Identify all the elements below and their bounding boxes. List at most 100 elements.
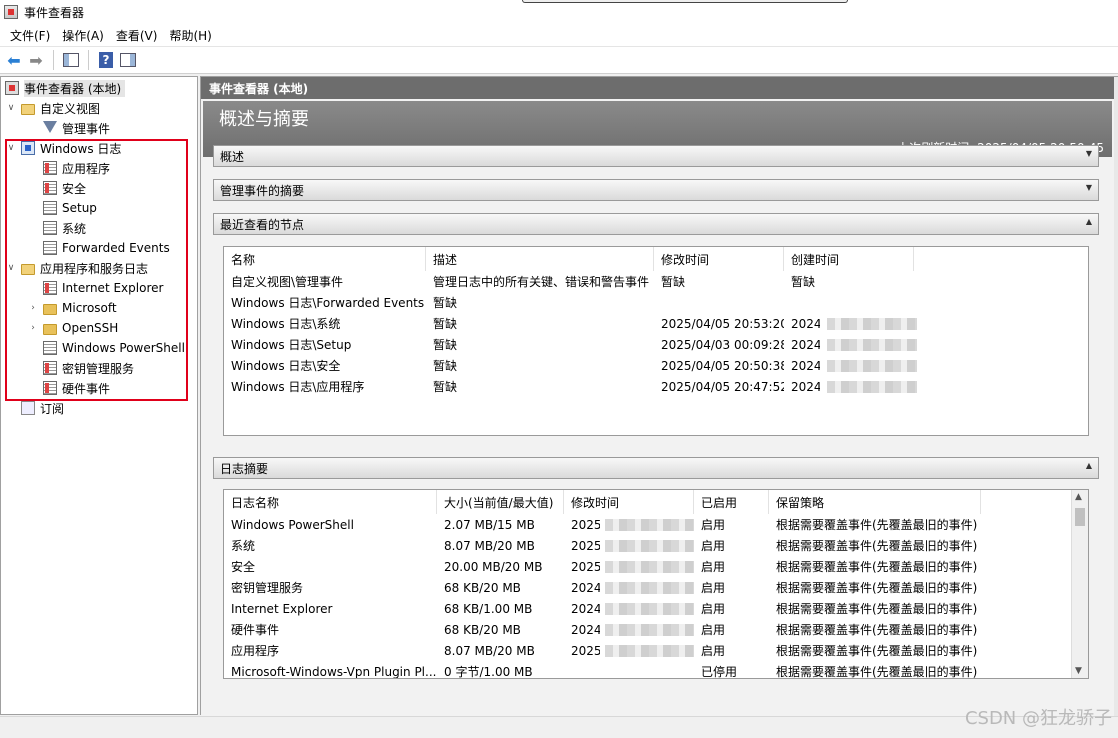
table-cell: 2025/04/05 20:53:20	[661, 316, 784, 331]
scroll-up-arrow-icon[interactable]: ▲	[1075, 492, 1082, 502]
table-cell: 68 KB/20 MB	[444, 580, 521, 595]
table-cell: 2024/	[571, 622, 600, 637]
column-header[interactable]: 名称	[224, 247, 426, 271]
column-header[interactable]: 修改时间	[654, 247, 784, 271]
column-header[interactable]: 描述	[426, 247, 654, 271]
column-header[interactable]: 大小(当前值/最大值)	[437, 490, 564, 514]
table-cell: 根据需要覆盖事件(先覆盖最旧的事件)	[776, 665, 978, 679]
table-cell: 2025/	[571, 643, 600, 658]
table-cell: 8.07 MB/20 MB	[444, 643, 535, 658]
expand-chevron-icon[interactable]: ▼	[1086, 149, 1092, 158]
table-cell: 启用	[701, 644, 726, 658]
scrollbar-thumb[interactable]	[1075, 508, 1085, 526]
windows-log-folder-icon	[21, 141, 35, 155]
tree-log-label: Internet Explorer	[62, 281, 164, 295]
tree-windows-logs[interactable]: ∨ Windows 日志	[5, 138, 121, 158]
forward-arrow-icon[interactable]: ➡	[26, 50, 46, 70]
column-header[interactable]: 创建时间	[784, 247, 914, 271]
section-overview[interactable]: 概述 ▼	[213, 145, 1099, 167]
menu-action[interactable]: 操作(A)	[56, 27, 110, 44]
expanded-chevron-icon[interactable]: ∨	[5, 143, 17, 153]
collapse-chevron-icon[interactable]: ▲	[1086, 217, 1092, 226]
folder-open-icon	[21, 103, 35, 115]
tree-folder-openssh[interactable]: › OpenSSH	[27, 318, 118, 338]
tree-log-setup[interactable]: Setup	[43, 198, 97, 218]
show-hide-action-pane-button[interactable]	[118, 50, 138, 70]
tree-app-service-logs[interactable]: ∨ 应用程序和服务日志	[5, 258, 148, 278]
scroll-down-arrow-icon[interactable]: ▼	[1075, 666, 1082, 676]
column-header[interactable]: 已启用	[694, 490, 769, 514]
tree-root[interactable]: 事件查看器 (本地)	[5, 78, 126, 98]
collapsed-chevron-icon[interactable]: ›	[27, 323, 39, 333]
table-cell: 密钥管理服务	[231, 581, 304, 595]
section-admin-summary[interactable]: 管理事件的摘要 ▼	[213, 179, 1099, 201]
console-tree: 事件查看器 (本地) ∨ 自定义视图 管理事件 ∨ Windows 日志 应用程…	[0, 76, 198, 715]
table-cell: 2024/(	[791, 379, 820, 394]
collapse-chevron-icon[interactable]: ▲	[1086, 461, 1092, 470]
table-cell: 启用	[701, 539, 726, 553]
tree-log-security[interactable]: 安全	[43, 178, 86, 198]
toolbar-divider	[88, 50, 89, 70]
title-bar: 事件查看器	[0, 0, 1118, 24]
menu-file[interactable]: 文件(F)	[4, 27, 56, 44]
column-header[interactable]: 修改时间	[564, 490, 694, 514]
column-header[interactable]: 保留策略	[769, 490, 981, 514]
table-cell: 根据需要覆盖事件(先覆盖最旧的事件)	[776, 644, 978, 658]
redacted-value	[598, 598, 694, 619]
table-cell: Internet Explorer	[231, 601, 333, 616]
tree-log-internet-explorer[interactable]: Internet Explorer	[43, 278, 163, 298]
table-cell: 安全	[231, 560, 256, 574]
filter-icon	[43, 121, 57, 135]
expand-chevron-icon[interactable]: ▼	[1086, 183, 1092, 192]
event-viewer-icon	[5, 81, 19, 95]
expanded-chevron-icon[interactable]: ∨	[5, 103, 17, 113]
menu-view[interactable]: 查看(V)	[110, 27, 164, 44]
section-log-summary[interactable]: 日志摘要 ▲	[213, 457, 1099, 479]
toolbar: ⬅ ➡ ?	[0, 46, 1118, 74]
recent-nodes-table: 名称 描述 修改时间 创建时间 自定义视图\管理事件 管理日志中的所有关键、错误…	[223, 246, 1089, 436]
table-cell: Windows 日志\Forwarded Events	[231, 296, 425, 310]
subscriptions-icon	[21, 401, 35, 415]
tree-folder-microsoft[interactable]: › Microsoft	[27, 298, 116, 318]
tree-custom-views[interactable]: ∨ 自定义视图	[5, 98, 100, 118]
tree-log-windows-powershell[interactable]: Windows PowerShell	[43, 338, 185, 358]
log-table-scrollbar[interactable]: ▲ ▼	[1071, 490, 1088, 678]
tree-log-forwarded-events[interactable]: Forwarded Events	[43, 238, 170, 258]
event-log-icon	[43, 281, 57, 295]
main-pane-scrollbar[interactable]	[1114, 77, 1118, 716]
table-cell: 0 字节/1.00 MB	[444, 665, 533, 679]
section-recent-nodes[interactable]: 最近查看的节点 ▲	[213, 213, 1099, 235]
table-cell: 暂缺	[433, 317, 458, 331]
help-button[interactable]: ?	[96, 50, 116, 70]
event-log-icon	[43, 201, 57, 215]
collapsed-chevron-icon[interactable]: ›	[27, 303, 39, 313]
tree-admin-events[interactable]: 管理事件	[43, 118, 110, 138]
table-cell: 2.07 MB/15 MB	[444, 517, 535, 532]
table-cell: 2025/	[571, 538, 600, 553]
tree-log-hardware-events[interactable]: 硬件事件	[43, 378, 110, 398]
menu-help[interactable]: 帮助(H)	[163, 27, 217, 44]
tree-log-label: Forwarded Events	[62, 241, 170, 255]
section-title: 管理事件的摘要	[220, 183, 305, 198]
tree-log-key-management[interactable]: 密钥管理服务	[43, 358, 134, 378]
show-hide-console-tree-button[interactable]	[61, 50, 81, 70]
main-pane: 事件查看器 (本地) 概述与摘要 上次刷新时间: 2025/04/05 20:5…	[200, 76, 1118, 716]
back-arrow-icon[interactable]: ⬅	[4, 50, 24, 70]
table-cell: 2025/	[571, 517, 600, 532]
column-header[interactable]: 日志名称	[224, 490, 437, 514]
table-cell: Windows 日志\系统	[231, 317, 341, 331]
section-title: 概述	[220, 149, 245, 164]
page-title: 概述与摘要	[219, 109, 309, 130]
tree-log-label: 硬件事件	[62, 381, 111, 396]
section-title: 日志摘要	[220, 461, 269, 476]
table-cell: 2024/(	[791, 358, 820, 373]
table-cell: 根据需要覆盖事件(先覆盖最旧的事件)	[776, 602, 978, 616]
tree-log-system[interactable]: 系统	[43, 218, 86, 238]
redacted-value	[820, 334, 920, 355]
expanded-chevron-icon[interactable]: ∨	[5, 263, 17, 273]
tree-log-application[interactable]: 应用程序	[43, 158, 110, 178]
tree-subscriptions[interactable]: 订阅	[21, 398, 64, 418]
table-cell: 2025/04/05 20:47:52	[661, 379, 784, 394]
tree-log-label: 应用程序	[62, 161, 111, 176]
title-drag-handle[interactable]	[522, 0, 848, 3]
